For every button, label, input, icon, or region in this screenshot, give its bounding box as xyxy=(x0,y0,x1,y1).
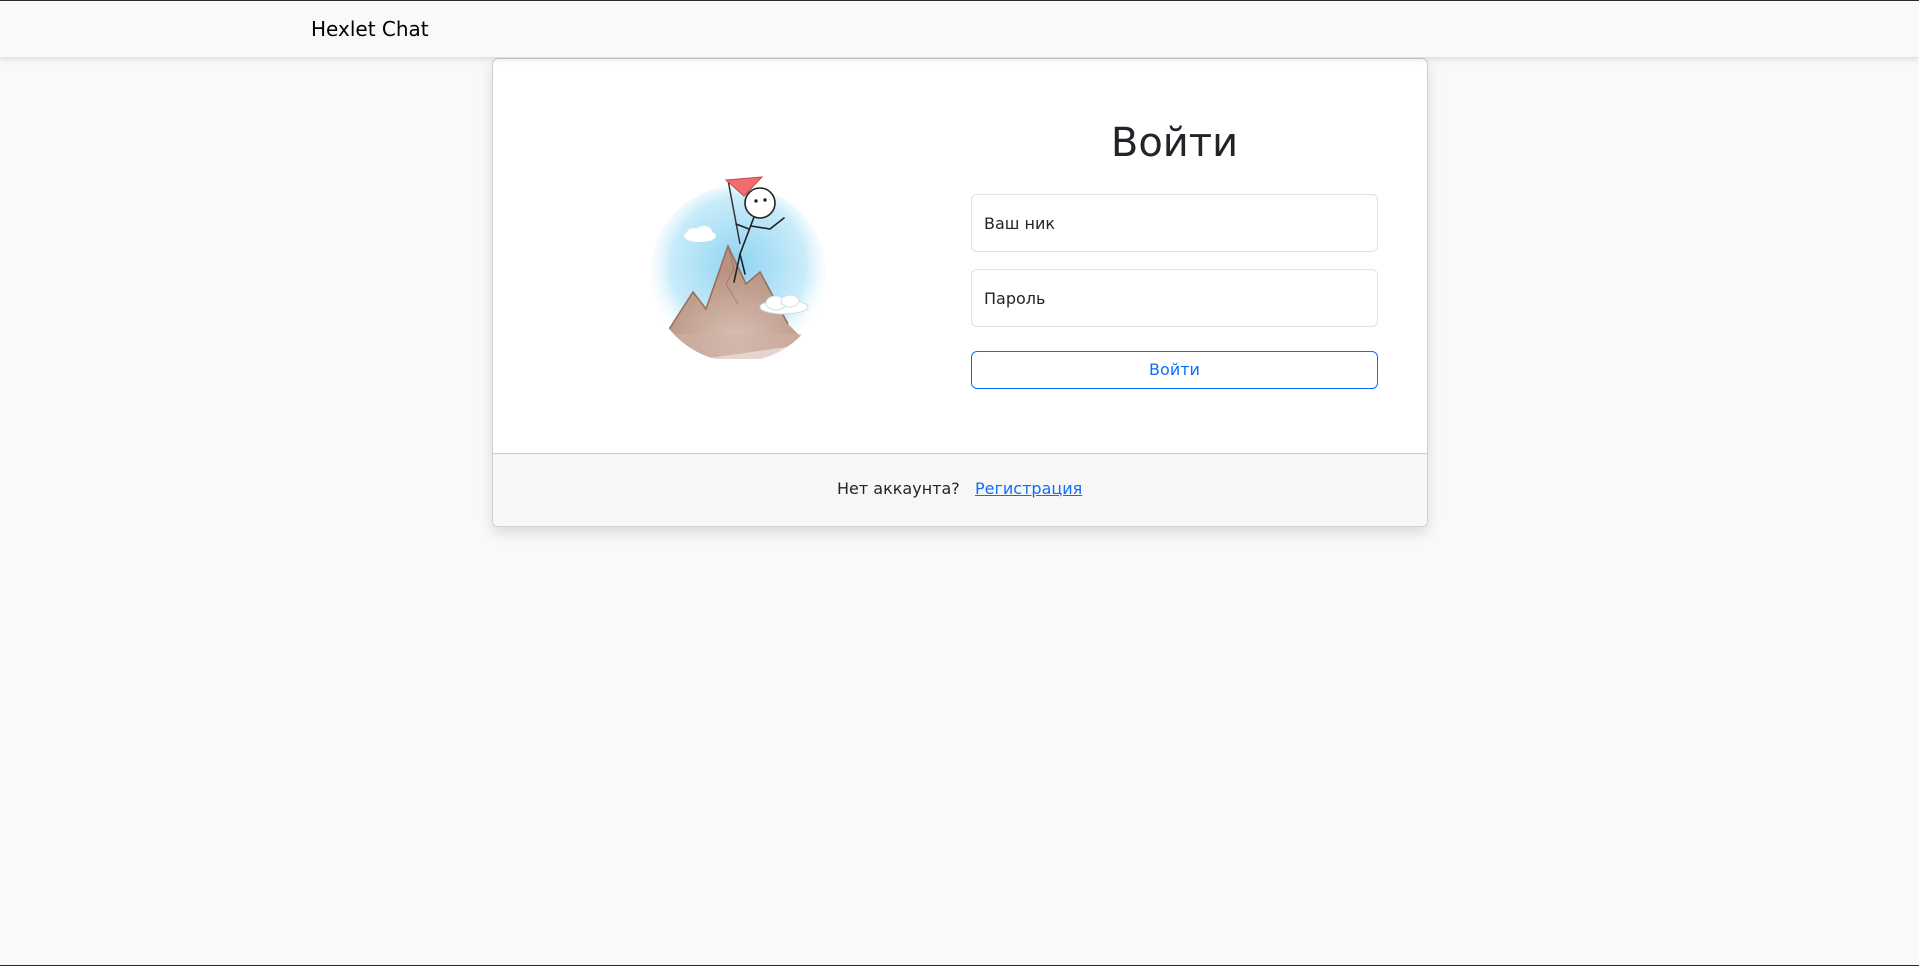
password-field[interactable] xyxy=(971,269,1378,327)
login-card-body: Войти Войти xyxy=(493,59,1427,453)
navbar: Hexlet Chat xyxy=(0,1,1919,57)
signup-link[interactable]: Регистрация xyxy=(975,479,1082,499)
login-button[interactable]: Войти xyxy=(971,351,1378,389)
card-footer: Нет аккаунта? Регистрация xyxy=(493,453,1427,526)
username-field[interactable] xyxy=(971,194,1378,252)
login-card: Войти Войти Нет аккаунта? Регистрация xyxy=(492,58,1428,527)
page-title: Войти xyxy=(1110,120,1239,166)
no-account-text: Нет аккаунта? xyxy=(837,479,960,498)
password-input[interactable] xyxy=(972,270,1377,326)
avatar-illustration xyxy=(650,176,826,359)
username-input[interactable] xyxy=(972,195,1377,251)
brand-link[interactable]: Hexlet Chat xyxy=(311,16,429,42)
